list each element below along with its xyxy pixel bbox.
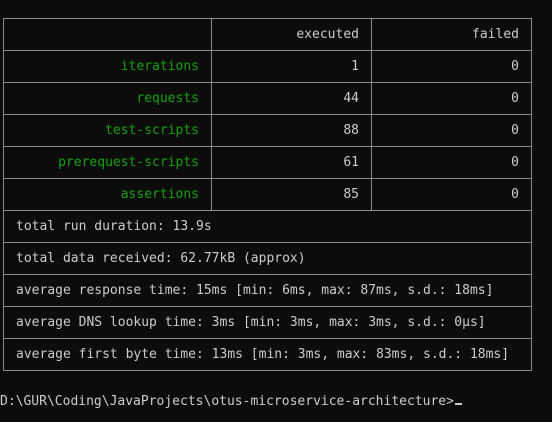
summary-row-response-time: average response time: 15ms [min: 6ms, m…: [3, 274, 532, 307]
table-row: test-scripts 88 0: [3, 114, 532, 147]
command-prompt[interactable]: D:\GUR\Coding\JavaProjects\otus-microser…: [0, 393, 462, 411]
table-row: assertions 85 0: [3, 178, 532, 211]
header-executed: executed: [211, 18, 372, 51]
row-executed: 85: [211, 178, 372, 211]
summary-row-first-byte: average first byte time: 13ms [min: 3ms,…: [3, 338, 532, 371]
terminal-window: executed failed iterations 1 0 requests …: [0, 0, 552, 422]
table-header-row: executed failed: [3, 18, 532, 51]
row-failed: 0: [371, 146, 532, 179]
summary-text: average response time: 15ms [min: 6ms, m…: [3, 274, 532, 307]
row-failed: 0: [371, 82, 532, 115]
row-executed: 1: [211, 50, 372, 83]
newman-report-table: executed failed iterations 1 0 requests …: [3, 18, 532, 371]
table-row: prerequest-scripts 61 0: [3, 146, 532, 179]
summary-text: average first byte time: 13ms [min: 3ms,…: [3, 338, 532, 371]
row-label: prerequest-scripts: [3, 146, 212, 179]
summary-row-dns-lookup: average DNS lookup time: 3ms [min: 3ms, …: [3, 306, 532, 339]
text-cursor: [454, 403, 462, 405]
row-failed: 0: [371, 178, 532, 211]
summary-text: total run duration: 13.9s: [3, 210, 532, 243]
row-label: requests: [3, 82, 212, 115]
summary-row-duration: total run duration: 13.9s: [3, 210, 532, 243]
table-row: iterations 1 0: [3, 50, 532, 83]
row-label: iterations: [3, 50, 212, 83]
row-executed: 61: [211, 146, 372, 179]
row-label: assertions: [3, 178, 212, 211]
table-row: requests 44 0: [3, 82, 532, 115]
prompt-path: D:\GUR\Coding\JavaProjects\otus-microser…: [0, 394, 454, 409]
row-failed: 0: [371, 114, 532, 147]
header-empty-cell: [3, 18, 212, 51]
row-failed: 0: [371, 50, 532, 83]
summary-text: average DNS lookup time: 3ms [min: 3ms, …: [3, 306, 532, 339]
summary-row-data-received: total data received: 62.77kB (approx): [3, 242, 532, 275]
row-executed: 88: [211, 114, 372, 147]
row-label: test-scripts: [3, 114, 212, 147]
summary-text: total data received: 62.77kB (approx): [3, 242, 532, 275]
row-executed: 44: [211, 82, 372, 115]
header-failed: failed: [371, 18, 532, 51]
